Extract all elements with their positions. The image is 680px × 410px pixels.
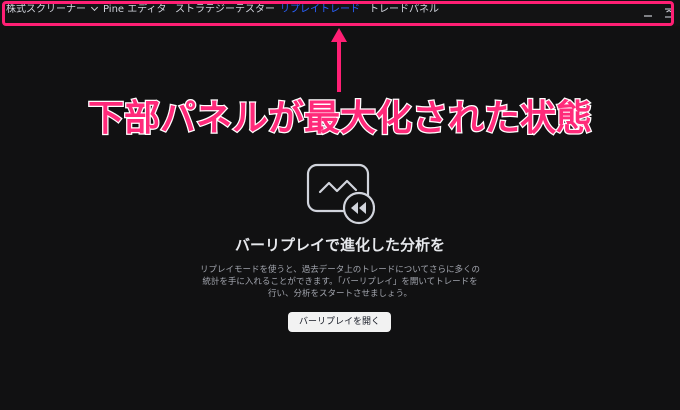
empty-state-description: リプレイモードを使うと、過去データ上のトレードについてさらに多くの 統計を手に入… (190, 264, 490, 300)
replay-chart-icon (306, 163, 375, 225)
description-line: リプレイモードを使うと、過去データ上のトレードについてさらに多くの (200, 265, 480, 275)
empty-state-title: バーリプレイで進化した分析を (234, 236, 445, 254)
description-line: 統計を手に入れることができます。「バーリプレイ」を開いてトレードを (202, 277, 478, 287)
annotation-arrow-icon (331, 28, 347, 92)
tabbar-highlight-frame (2, 1, 674, 26)
description-line: 行い、分析をスタートさせましょう。 (268, 289, 412, 299)
annotation-callout: 下部パネルが最大化された状態 (87, 97, 594, 141)
open-bar-replay-button[interactable]: バーリプレイを開く (288, 312, 391, 332)
